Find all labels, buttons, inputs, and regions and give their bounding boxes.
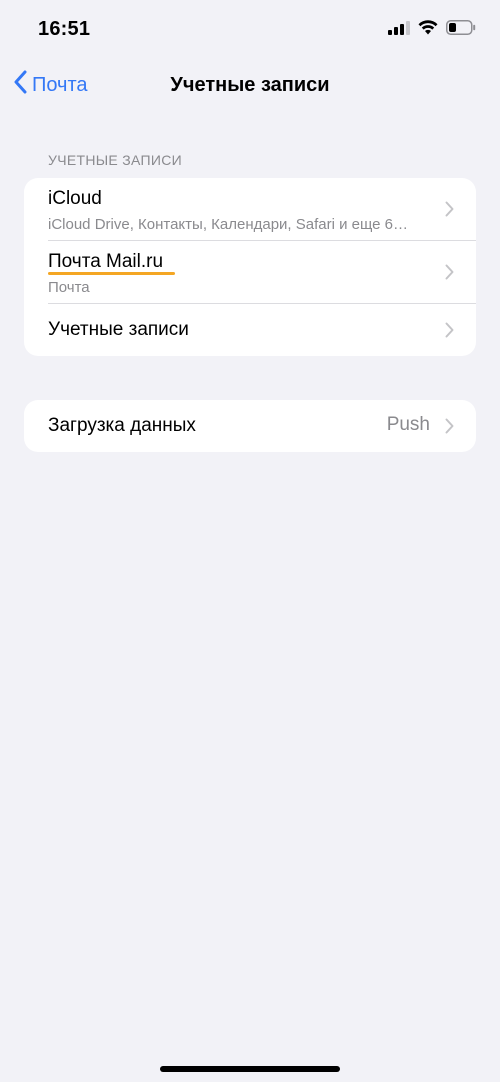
cellular-signal-icon	[388, 20, 410, 40]
highlight-underline	[48, 272, 175, 275]
account-title: Учетные записи	[48, 319, 189, 340]
fetch-new-data-row[interactable]: Загрузка данных Push	[24, 400, 476, 452]
status-bar: 16:51	[0, 0, 500, 62]
fetch-settings-group: Загрузка данных Push	[24, 400, 476, 452]
account-subtitle: iCloud Drive, Контакты, Календари, Safar…	[48, 216, 409, 233]
accounts-list: iCloud iCloud Drive, Контакты, Календари…	[24, 178, 476, 356]
account-subtitle: Почта	[48, 279, 90, 296]
chevron-right-icon	[445, 418, 454, 439]
account-title: Почта Mail.ru	[48, 251, 164, 272]
fetch-new-data-title: Загрузка данных	[48, 415, 196, 436]
status-icons	[388, 20, 476, 40]
chevron-left-icon	[14, 70, 28, 100]
fetch-new-data-value: Push	[386, 414, 430, 435]
accounts-section-header: УЧЕТНЫЕ ЗАПИСИ	[48, 152, 182, 168]
status-time: 16:51	[38, 18, 91, 40]
navigation-bar: Учетные записи Почта	[0, 62, 500, 108]
back-button-label: Почта	[32, 73, 88, 96]
chevron-right-icon	[445, 201, 454, 222]
chevron-right-icon	[445, 264, 454, 285]
chevron-right-icon	[445, 322, 454, 343]
account-title: iCloud	[48, 188, 102, 209]
account-row-accounts[interactable]: Учетные записи	[24, 304, 476, 356]
home-indicator[interactable]	[160, 1066, 340, 1072]
back-button[interactable]: Почта	[14, 70, 88, 100]
account-row-icloud[interactable]: iCloud iCloud Drive, Контакты, Календари…	[24, 178, 476, 240]
wifi-icon	[418, 20, 438, 40]
battery-icon	[446, 20, 476, 40]
